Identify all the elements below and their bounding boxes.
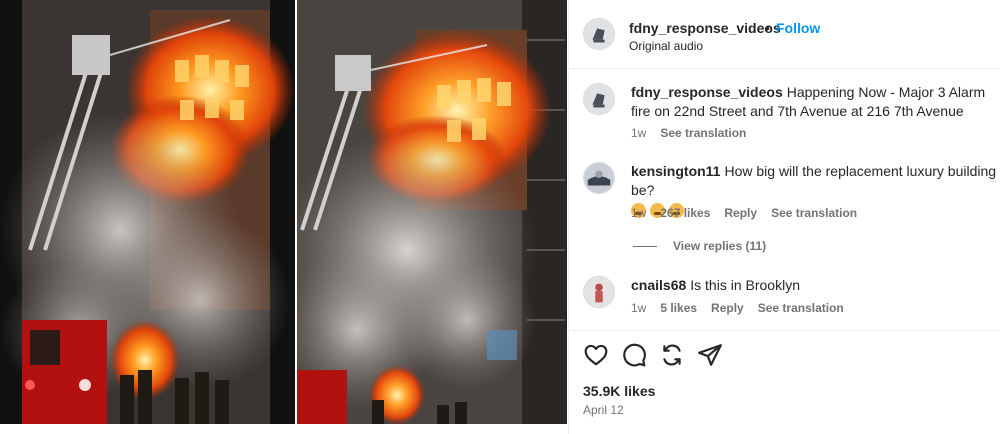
actions-divider xyxy=(569,330,1000,331)
audio-label[interactable]: Original audio xyxy=(629,39,703,53)
heart-icon[interactable] xyxy=(583,342,609,368)
comment-time[interactable]: 1w xyxy=(631,126,646,140)
comment-meta: 1w See translation xyxy=(631,126,760,140)
video-frame-left[interactable] xyxy=(0,0,295,424)
comment-meta: 1w 267 likes Reply See translation xyxy=(631,206,871,220)
video-frame-right[interactable] xyxy=(297,0,567,424)
post-media[interactable] xyxy=(0,0,568,434)
comment-likes[interactable]: 5 likes xyxy=(660,301,697,315)
avatar[interactable] xyxy=(583,18,615,50)
repost-icon[interactable] xyxy=(659,342,685,368)
post-author-username[interactable]: fdny_response_videos xyxy=(629,20,781,36)
avatar[interactable] xyxy=(583,276,615,308)
follow-button[interactable]: Follow xyxy=(776,20,820,36)
avatar[interactable] xyxy=(583,83,615,115)
comment-body: cnails68 Is this in Brooklyn xyxy=(631,276,1000,295)
media-bottom-strip xyxy=(0,424,568,434)
fire-scene-image-left xyxy=(0,0,295,424)
comment-username[interactable]: cnails68 xyxy=(631,277,686,293)
comment-time[interactable]: 1w xyxy=(631,301,646,315)
comment-text: Is this in Brooklyn xyxy=(690,277,800,293)
reply-button[interactable]: Reply xyxy=(711,301,744,315)
replies-line-icon xyxy=(633,246,657,248)
see-translation-button[interactable]: See translation xyxy=(660,126,746,140)
post-date[interactable]: April 12 xyxy=(583,403,624,417)
reply-button[interactable]: Reply xyxy=(724,206,757,220)
see-translation-button[interactable]: See translation xyxy=(758,301,844,315)
fire-scene-image-right xyxy=(297,0,567,424)
post-header: fdny_response_videos • Follow Original a… xyxy=(569,0,1000,69)
comment-meta: 1w 5 likes Reply See translation xyxy=(631,301,858,315)
comment-likes[interactable]: 267 likes xyxy=(660,206,710,220)
comment-username[interactable]: fdny_response_videos xyxy=(631,84,783,100)
like-count[interactable]: 35.9K likes xyxy=(583,383,655,399)
comment-time[interactable]: 1w xyxy=(631,206,646,220)
view-replies-label: View replies (11) xyxy=(673,239,767,253)
comment-username[interactable]: kensington11 xyxy=(631,163,720,179)
post-side-panel: fdny_response_videos • Follow Original a… xyxy=(568,0,1000,434)
avatar[interactable] xyxy=(583,162,615,194)
see-translation-button[interactable]: See translation xyxy=(771,206,857,220)
comment-body: fdny_response_videos Happening Now - Majo… xyxy=(631,83,1000,121)
separator-dot: • xyxy=(765,20,770,36)
share-icon[interactable] xyxy=(697,342,723,368)
comment-icon[interactable] xyxy=(621,342,647,368)
view-replies-button[interactable]: View replies (11) xyxy=(633,239,766,253)
